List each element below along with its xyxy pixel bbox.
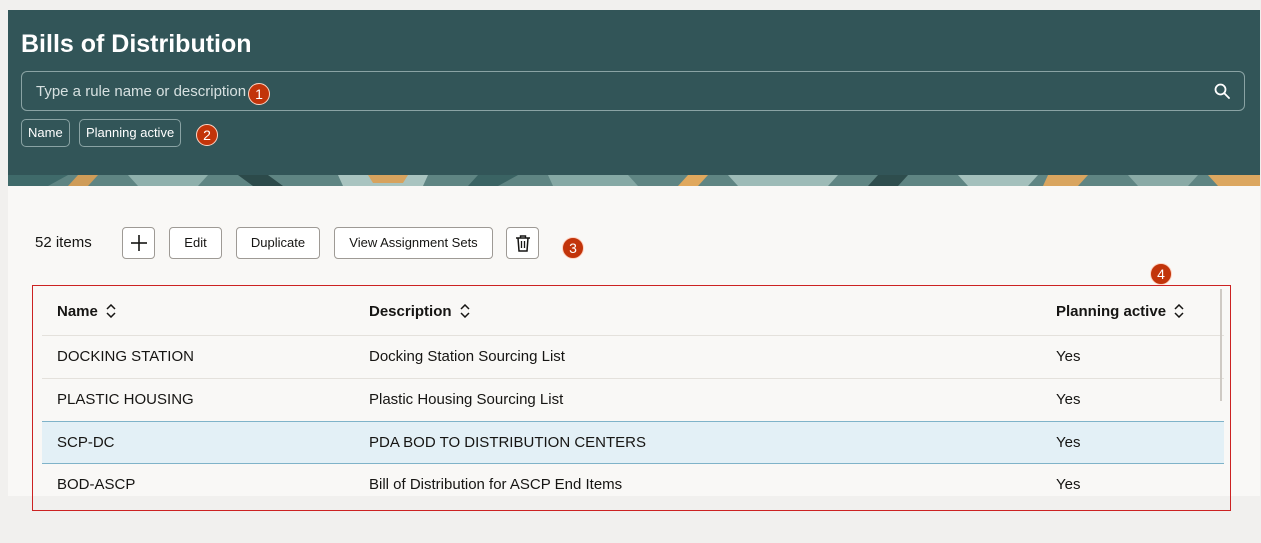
column-header-label: Planning active [1056,303,1167,320]
cell-planning-active: Yes [1056,434,1081,451]
callout-badge-4: 4 [1150,263,1172,285]
search-input[interactable] [36,72,1196,110]
cell-description: Docking Station Sourcing List [369,348,565,365]
cell-name: SCP-DC [57,434,115,451]
cell-name: PLASTIC HOUSING [57,391,194,408]
callout-badge-3: 3 [562,237,584,259]
decorative-banner [8,175,1260,186]
delete-button[interactable] [506,227,539,259]
sort-icon[interactable] [1174,304,1184,318]
search-icon[interactable] [1214,83,1230,99]
cell-description: Bill of Distribution for ASCP End Items [369,476,623,493]
callout-badge-2: 2 [196,124,218,146]
cell-planning-active: Yes [1056,476,1081,493]
page-header: Bills of Distribution Name Planning acti… [8,10,1260,175]
column-header-description[interactable]: Description [369,303,470,320]
view-assignment-sets-button[interactable]: View Assignment Sets [334,227,493,259]
trash-icon [515,235,530,252]
column-header-label: Name [57,303,98,320]
cell-name: BOD-ASCP [57,476,136,493]
cell-name: DOCKING STATION [57,348,194,365]
column-header-name[interactable]: Name [57,303,116,320]
column-header-label: Description [369,303,452,320]
sort-icon[interactable] [459,304,470,318]
sort-icon[interactable] [106,304,116,318]
table-row[interactable]: BOD-ASCP Bill of Distribution for ASCP E… [42,464,1224,507]
vertical-scrollbar[interactable] [1220,289,1222,401]
search-box[interactable] [21,71,1245,111]
filter-chip-planning-active[interactable]: Planning active [79,119,182,147]
cell-planning-active: Yes [1056,391,1081,408]
edit-button[interactable]: Edit [169,227,222,259]
callout-badge-1: 1 [248,83,270,105]
item-count: 52 items [35,234,92,251]
add-button[interactable] [122,227,155,259]
column-header-planning-active[interactable]: Planning active [1056,303,1184,320]
cell-description: PDA BOD TO DISTRIBUTION CENTERS [369,434,646,451]
table-row-selected[interactable]: SCP-DC PDA BOD TO DISTRIBUTION CENTERS Y… [42,421,1224,464]
cell-planning-active: Yes [1056,348,1081,365]
table-row[interactable]: DOCKING STATION Docking Station Sourcing… [42,335,1224,378]
data-table: Name Description Planning active DOCKING… [32,285,1231,511]
duplicate-button[interactable]: Duplicate [236,227,320,259]
table-row[interactable]: PLASTIC HOUSING Plastic Housing Sourcing… [42,378,1224,421]
cell-description: Plastic Housing Sourcing List [369,391,564,408]
filter-chip-name[interactable]: Name [21,119,70,147]
page-title: Bills of Distribution [21,30,252,58]
plus-icon [130,235,147,251]
